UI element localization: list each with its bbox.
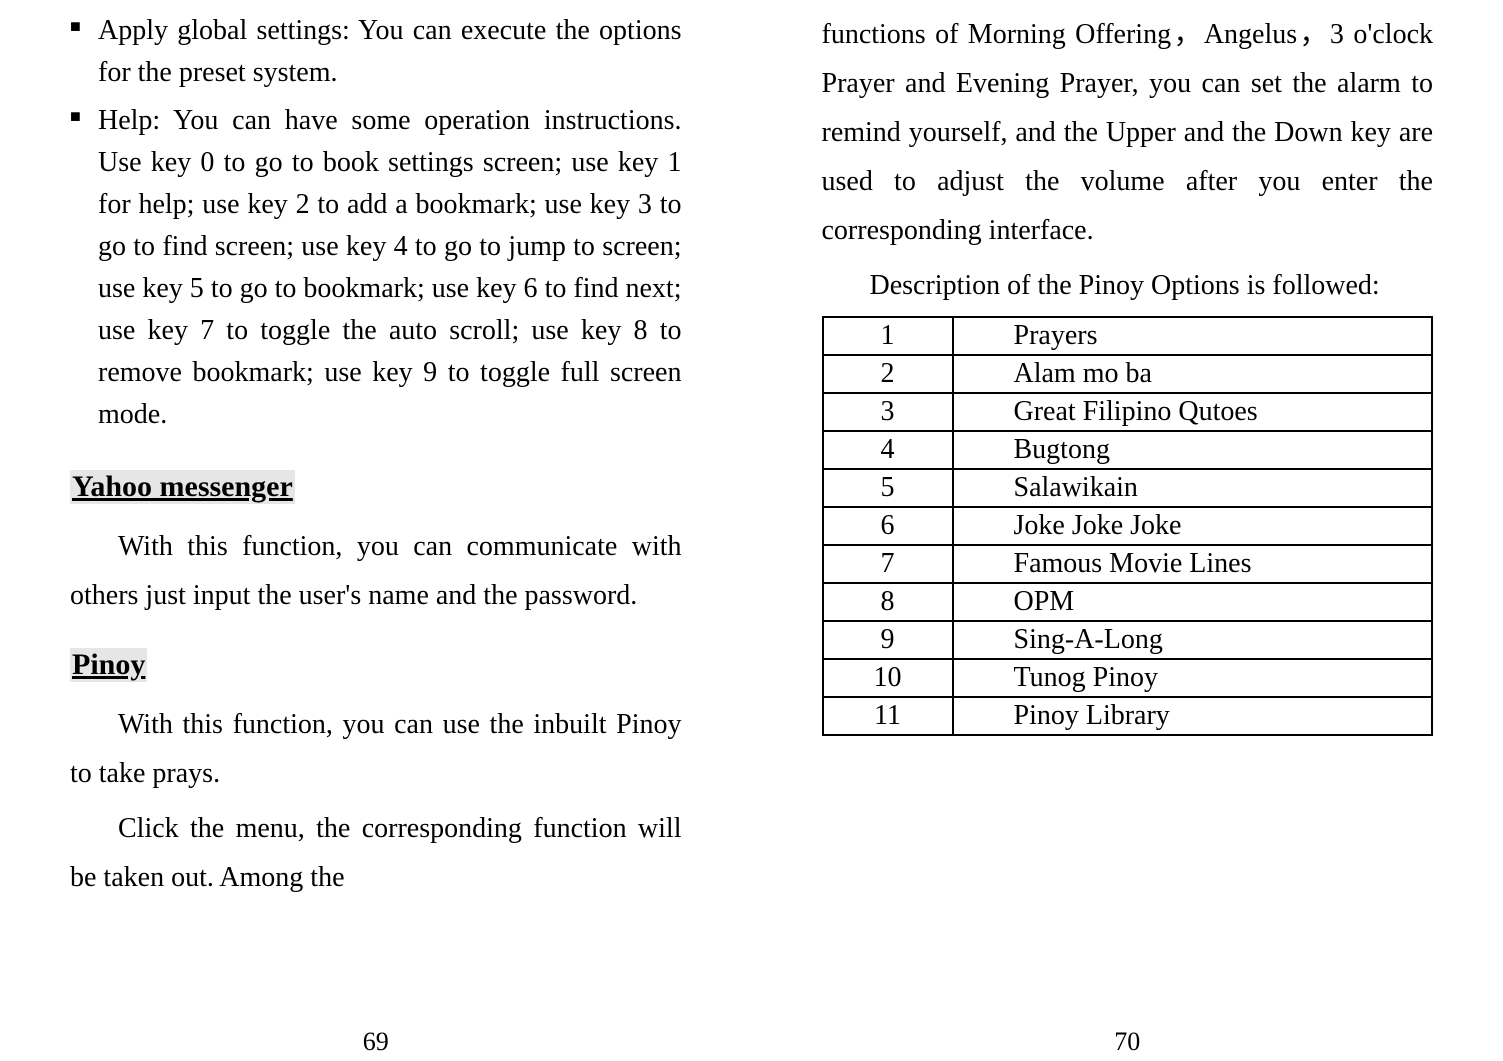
description-paragraph: Description of the Pinoy Options is foll…	[822, 261, 1434, 310]
row-label: Pinoy Library	[953, 697, 1433, 735]
row-label: Joke Joke Joke	[953, 507, 1433, 545]
section-body-continued: Click the menu, the corresponding functi…	[70, 804, 682, 902]
row-label: Prayers	[953, 317, 1433, 355]
section-heading: Pinoy	[70, 648, 147, 682]
row-number: 1	[823, 317, 953, 355]
row-label-text: Salawikain	[954, 472, 1432, 504]
row-label-text: Prayers	[954, 320, 1432, 352]
table-row: 1 Prayers	[823, 317, 1433, 355]
page-right: functions of Morning Offering，Angelus，3 …	[752, 0, 1503, 1061]
row-label-text: OPM	[954, 586, 1432, 618]
row-number: 3	[823, 393, 953, 431]
row-label-text: Bugtong	[954, 434, 1432, 466]
section-body: With this function, you can communicate …	[70, 522, 682, 620]
row-label: Alam mo ba	[953, 355, 1433, 393]
table-row: 10 Tunog Pinoy	[823, 659, 1433, 697]
table-row: 8 OPM	[823, 583, 1433, 621]
page-number: 70	[752, 1027, 1503, 1057]
table-row: 7 Famous Movie Lines	[823, 545, 1433, 583]
row-number: 6	[823, 507, 953, 545]
row-label-text: Pinoy Library	[954, 700, 1432, 732]
row-number: 8	[823, 583, 953, 621]
page-number: 69	[0, 1027, 752, 1057]
page-left: ■ Apply global settings: You can execute…	[0, 0, 752, 1061]
row-number: 5	[823, 469, 953, 507]
table-row: 4 Bugtong	[823, 431, 1433, 469]
section-body: With this function, you can use the inbu…	[70, 700, 682, 798]
left-content: ■ Apply global settings: You can execute…	[70, 10, 682, 1051]
row-label: Sing-A-Long	[953, 621, 1433, 659]
row-number: 4	[823, 431, 953, 469]
row-label-text: Famous Movie Lines	[954, 548, 1432, 580]
table-row: 11 Pinoy Library	[823, 697, 1433, 735]
table-row: 6 Joke Joke Joke	[823, 507, 1433, 545]
pinoy-options-table: 1 Prayers 2 Alam mo ba 3 Great Filipino …	[822, 316, 1434, 736]
row-label: OPM	[953, 583, 1433, 621]
row-label: Great Filipino Qutoes	[953, 393, 1433, 431]
row-label-text: Alam mo ba	[954, 358, 1432, 390]
row-label-text: Sing-A-Long	[954, 624, 1432, 656]
row-label: Famous Movie Lines	[953, 545, 1433, 583]
table-row: 9 Sing-A-Long	[823, 621, 1433, 659]
row-label: Bugtong	[953, 431, 1433, 469]
bullet-square-icon: ■	[70, 10, 98, 94]
row-label-text: Tunog Pinoy	[954, 662, 1432, 694]
row-label-text: Joke Joke Joke	[954, 510, 1432, 542]
bullet-text: Help: You can have some operation instru…	[98, 100, 682, 436]
table-row: 5 Salawikain	[823, 469, 1433, 507]
bullet-item: ■ Apply global settings: You can execute…	[70, 10, 682, 94]
table-row: 3 Great Filipino Qutoes	[823, 393, 1433, 431]
section-heading: Yahoo messenger	[70, 470, 295, 504]
row-number: 2	[823, 355, 953, 393]
section-pinoy: Pinoy With this function, you can use th…	[70, 620, 682, 902]
bullet-item: ■ Help: You can have some operation inst…	[70, 100, 682, 436]
right-content: functions of Morning Offering，Angelus，3 …	[822, 10, 1434, 1051]
row-label: Tunog Pinoy	[953, 659, 1433, 697]
bullet-square-icon: ■	[70, 100, 98, 436]
row-number: 7	[823, 545, 953, 583]
row-label-text: Great Filipino Qutoes	[1014, 396, 1258, 427]
row-number: 11	[823, 697, 953, 735]
row-number: 9	[823, 621, 953, 659]
continuation-paragraph: functions of Morning Offering，Angelus，3 …	[822, 10, 1434, 255]
table-row: 2 Alam mo ba	[823, 355, 1433, 393]
row-label: Salawikain	[953, 469, 1433, 507]
row-number: 10	[823, 659, 953, 697]
section-yahoo-messenger: Yahoo messenger With this function, you …	[70, 442, 682, 620]
bullet-text: Apply global settings: You can execute t…	[98, 10, 682, 94]
